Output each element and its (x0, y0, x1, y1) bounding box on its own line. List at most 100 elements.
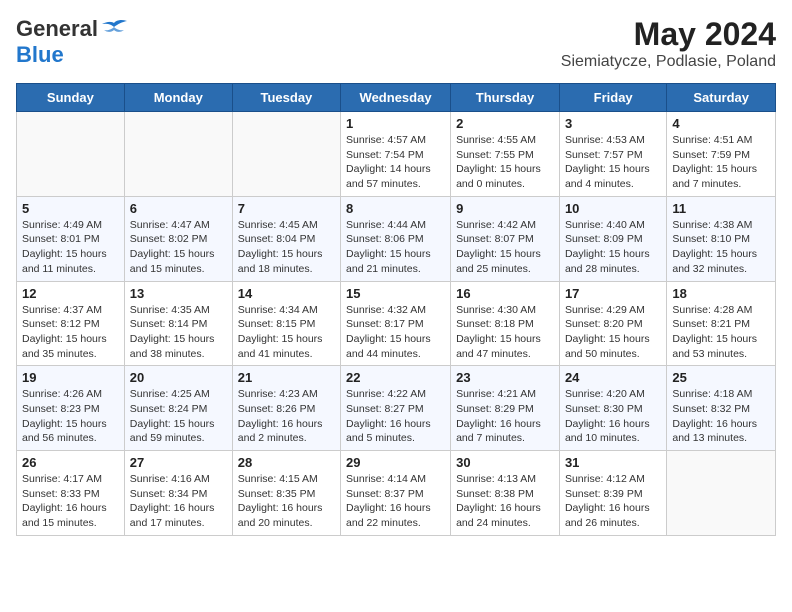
calendar-cell: 13 Sunrise: 4:35 AMSunset: 8:14 PMDayligh… (124, 281, 232, 366)
calendar-cell: 31Sunrise: 4:12 AMSunset: 8:39 PMDayligh… (559, 451, 666, 536)
location-subtitle: Siemiatycze, Podlasie, Poland (561, 53, 776, 71)
calendar-cell: 17 Sunrise: 4:29 AMSunset: 8:20 PMDayligh… (559, 281, 666, 366)
day-info: Sunrise: 4:15 AMSunset: 8:35 PMDaylight:… (238, 472, 335, 531)
calendar-cell: 24 Sunrise: 4:20 AMSunset: 8:30 PMDayligh… (559, 366, 666, 451)
day-number: 25 (672, 370, 770, 385)
calendar-cell: 16Sunrise: 4:30 AMSunset: 8:18 PMDayligh… (451, 281, 560, 366)
day-number: 9 (456, 201, 554, 216)
weekday-header-thursday: Thursday (451, 84, 560, 112)
calendar-cell: 12 Sunrise: 4:37 AMSunset: 8:12 PMDayligh… (17, 281, 125, 366)
calendar-cell (667, 451, 776, 536)
day-number: 6 (130, 201, 227, 216)
calendar-cell: 30 Sunrise: 4:13 AMSunset: 8:38 PMDayligh… (451, 451, 560, 536)
calendar-cell: 5 Sunrise: 4:49 AMSunset: 8:01 PMDaylight… (17, 196, 125, 281)
day-number: 3 (565, 116, 661, 131)
weekday-header-monday: Monday (124, 84, 232, 112)
day-info: Sunrise: 4:17 AMSunset: 8:33 PMDaylight:… (22, 472, 119, 531)
day-number: 15 (346, 286, 445, 301)
day-info: Sunrise: 4:21 AMSunset: 8:29 PMDaylight:… (456, 387, 554, 446)
day-number: 12 (22, 286, 119, 301)
day-info: Sunrise: 4:14 AMSunset: 8:37 PMDaylight:… (346, 472, 445, 531)
day-info: Sunrise: 4:37 AMSunset: 8:12 PMDaylight:… (22, 303, 119, 362)
day-info: Sunrise: 4:34 AMSunset: 8:15 PMDaylight:… (238, 303, 335, 362)
day-info: Sunrise: 4:28 AMSunset: 8:21 PMDaylight:… (672, 303, 770, 362)
calendar-week-row: 19Sunrise: 4:26 AMSunset: 8:23 PMDayligh… (17, 366, 776, 451)
day-number: 1 (346, 116, 445, 131)
day-number: 2 (456, 116, 554, 131)
weekday-header-saturday: Saturday (667, 84, 776, 112)
logo-bird-icon (100, 19, 128, 39)
day-info: Sunrise: 4:42 AMSunset: 8:07 PMDaylight:… (456, 218, 554, 277)
day-number: 5 (22, 201, 119, 216)
calendar-cell: 9 Sunrise: 4:42 AMSunset: 8:07 PMDaylight… (451, 196, 560, 281)
calendar-week-row: 1 Sunrise: 4:57 AMSunset: 7:54 PMDaylight… (17, 112, 776, 197)
weekday-header-friday: Friday (559, 84, 666, 112)
day-info: Sunrise: 4:20 AMSunset: 8:30 PMDaylight:… (565, 387, 661, 446)
day-info: Sunrise: 4:40 AMSunset: 8:09 PMDaylight:… (565, 218, 661, 277)
day-number: 17 (565, 286, 661, 301)
calendar-cell: 28Sunrise: 4:15 AMSunset: 8:35 PMDayligh… (232, 451, 340, 536)
calendar-cell: 3 Sunrise: 4:53 AMSunset: 7:57 PMDaylight… (559, 112, 666, 197)
day-info: Sunrise: 4:22 AMSunset: 8:27 PMDaylight:… (346, 387, 445, 446)
title-block: May 2024 Siemiatycze, Podlasie, Poland (561, 16, 776, 71)
day-info: Sunrise: 4:13 AMSunset: 8:38 PMDaylight:… (456, 472, 554, 531)
day-number: 31 (565, 455, 661, 470)
logo-blue: Blue (16, 42, 64, 67)
calendar-cell: 22 Sunrise: 4:22 AMSunset: 8:27 PMDayligh… (341, 366, 451, 451)
calendar-week-row: 12 Sunrise: 4:37 AMSunset: 8:12 PMDayligh… (17, 281, 776, 366)
calendar-cell: 14 Sunrise: 4:34 AMSunset: 8:15 PMDayligh… (232, 281, 340, 366)
day-number: 27 (130, 455, 227, 470)
weekday-header-tuesday: Tuesday (232, 84, 340, 112)
day-info: Sunrise: 4:30 AMSunset: 8:18 PMDaylight:… (456, 303, 554, 362)
day-number: 26 (22, 455, 119, 470)
day-number: 19 (22, 370, 119, 385)
page-header: General Blue May 2024 Siemiatycze, Podla… (16, 16, 776, 71)
day-info: Sunrise: 4:25 AMSunset: 8:24 PMDaylight:… (130, 387, 227, 446)
day-number: 30 (456, 455, 554, 470)
day-number: 4 (672, 116, 770, 131)
weekday-header-sunday: Sunday (17, 84, 125, 112)
calendar-cell: 27 Sunrise: 4:16 AMSunset: 8:34 PMDayligh… (124, 451, 232, 536)
day-info: Sunrise: 4:49 AMSunset: 8:01 PMDaylight:… (22, 218, 119, 277)
day-info: Sunrise: 4:18 AMSunset: 8:32 PMDaylight:… (672, 387, 770, 446)
calendar-cell (232, 112, 340, 197)
calendar-cell: 21 Sunrise: 4:23 AMSunset: 8:26 PMDayligh… (232, 366, 340, 451)
calendar-cell: 4 Sunrise: 4:51 AMSunset: 7:59 PMDaylight… (667, 112, 776, 197)
calendar-cell: 26 Sunrise: 4:17 AMSunset: 8:33 PMDayligh… (17, 451, 125, 536)
calendar-cell (17, 112, 125, 197)
day-number: 10 (565, 201, 661, 216)
calendar-cell: 6 Sunrise: 4:47 AMSunset: 8:02 PMDaylight… (124, 196, 232, 281)
day-info: Sunrise: 4:44 AMSunset: 8:06 PMDaylight:… (346, 218, 445, 277)
calendar-cell: 20Sunrise: 4:25 AMSunset: 8:24 PMDayligh… (124, 366, 232, 451)
day-number: 14 (238, 286, 335, 301)
day-info: Sunrise: 4:35 AMSunset: 8:14 PMDaylight:… (130, 303, 227, 362)
day-info: Sunrise: 4:57 AMSunset: 7:54 PMDaylight:… (346, 133, 445, 192)
day-number: 11 (672, 201, 770, 216)
day-info: Sunrise: 4:32 AMSunset: 8:17 PMDaylight:… (346, 303, 445, 362)
calendar-cell: 11 Sunrise: 4:38 AMSunset: 8:10 PMDayligh… (667, 196, 776, 281)
day-number: 18 (672, 286, 770, 301)
calendar-cell: 8Sunrise: 4:44 AMSunset: 8:06 PMDaylight… (341, 196, 451, 281)
day-number: 7 (238, 201, 335, 216)
calendar-cell: 2 Sunrise: 4:55 AMSunset: 7:55 PMDaylight… (451, 112, 560, 197)
day-number: 22 (346, 370, 445, 385)
day-number: 23 (456, 370, 554, 385)
day-info: Sunrise: 4:38 AMSunset: 8:10 PMDaylight:… (672, 218, 770, 277)
day-number: 13 (130, 286, 227, 301)
day-number: 29 (346, 455, 445, 470)
weekday-header-row: SundayMondayTuesdayWednesdayThursdayFrid… (17, 84, 776, 112)
logo-general: General (16, 16, 98, 42)
day-info: Sunrise: 4:55 AMSunset: 7:55 PMDaylight:… (456, 133, 554, 192)
day-info: Sunrise: 4:53 AMSunset: 7:57 PMDaylight:… (565, 133, 661, 192)
calendar-cell: 7Sunrise: 4:45 AMSunset: 8:04 PMDaylight… (232, 196, 340, 281)
day-info: Sunrise: 4:51 AMSunset: 7:59 PMDaylight:… (672, 133, 770, 192)
day-info: Sunrise: 4:47 AMSunset: 8:02 PMDaylight:… (130, 218, 227, 277)
day-info: Sunrise: 4:23 AMSunset: 8:26 PMDaylight:… (238, 387, 335, 446)
day-number: 21 (238, 370, 335, 385)
calendar-cell: 15 Sunrise: 4:32 AMSunset: 8:17 PMDayligh… (341, 281, 451, 366)
calendar-cell: 19Sunrise: 4:26 AMSunset: 8:23 PMDayligh… (17, 366, 125, 451)
calendar-cell: 10 Sunrise: 4:40 AMSunset: 8:09 PMDayligh… (559, 196, 666, 281)
day-number: 24 (565, 370, 661, 385)
day-info: Sunrise: 4:16 AMSunset: 8:34 PMDaylight:… (130, 472, 227, 531)
day-info: Sunrise: 4:29 AMSunset: 8:20 PMDaylight:… (565, 303, 661, 362)
